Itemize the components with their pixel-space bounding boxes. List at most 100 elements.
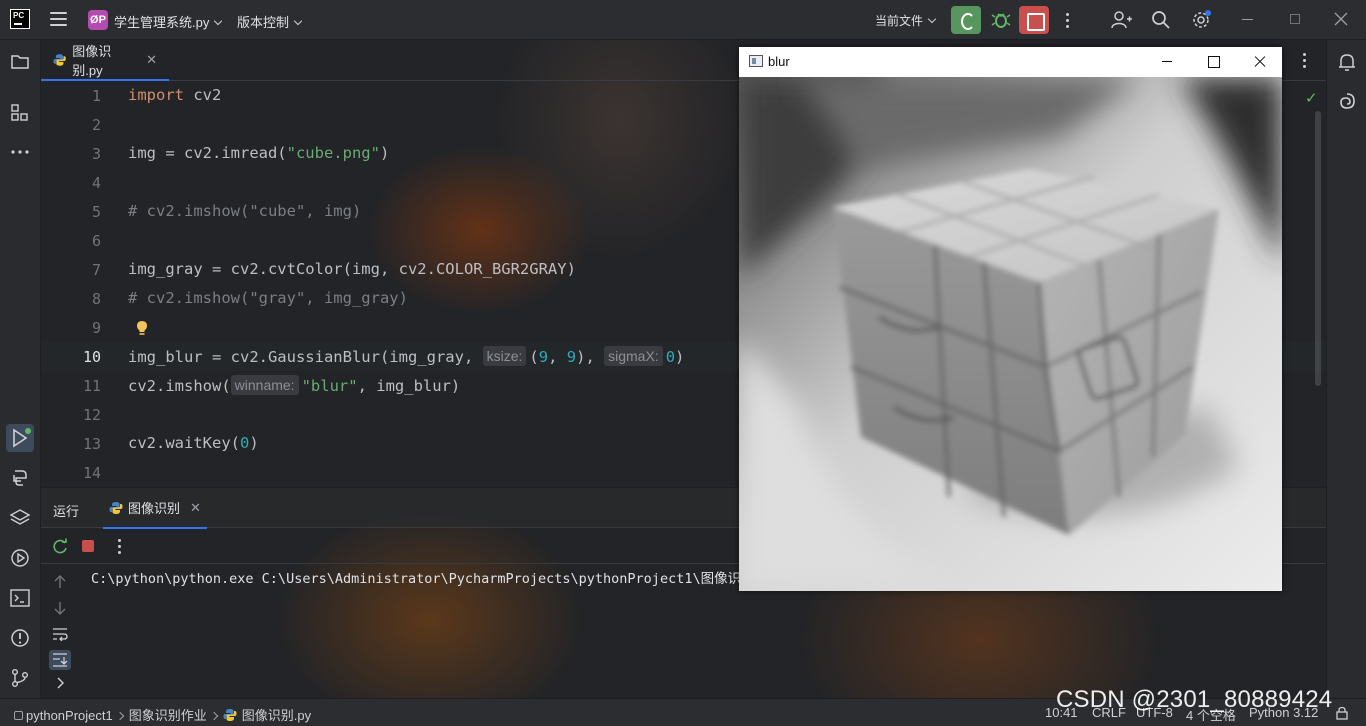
line-number: 7 [91, 261, 101, 279]
run-tab-label: 图像识别 [128, 501, 181, 516]
editor-tab[interactable]: 图像识别.py ✕ [41, 40, 169, 81]
module-icon [14, 711, 23, 720]
git-icon[interactable] [9, 667, 31, 689]
run-more-icon[interactable] [118, 539, 122, 557]
rerun-button[interactable] [951, 6, 981, 34]
line-number-current: 10 [82, 348, 101, 366]
python-console-icon[interactable] [9, 467, 31, 489]
code-line-11: cv2.imshow(winname: "blur", img_blur) [128, 375, 461, 395]
stop-icon[interactable] [82, 540, 94, 552]
param-hint-winname: winname: [230, 375, 299, 395]
window-minimize-button[interactable] [1242, 19, 1253, 20]
scroll-to-end-button[interactable] [49, 650, 71, 670]
run-side-toolbar [41, 564, 79, 698]
terminal-icon[interactable] [9, 587, 31, 609]
chevron-right-icon [115, 711, 124, 721]
blur-close-button[interactable] [1236, 47, 1282, 77]
chevron-right-icon[interactable] [55, 676, 65, 690]
editor-scrollbar[interactable] [1315, 111, 1321, 386]
blurred-cube-image [739, 77, 1282, 591]
arrow-down-icon[interactable] [53, 600, 67, 616]
param-hint-sigmax: sigmaX: [604, 346, 663, 366]
code-line-13: cv2.waitKey(0) [128, 434, 259, 452]
code-line-10: img_blur = cv2.GaussianBlur(img_gray, ks… [128, 346, 685, 366]
code-line-5: # cv2.imshow("cube", img) [128, 202, 362, 220]
code-line-1: import cv2 [128, 86, 222, 104]
add-user-icon[interactable] [1110, 10, 1132, 30]
breadcrumb-file[interactable]: 图像识别.py [242, 708, 311, 723]
layers-icon[interactable] [9, 507, 31, 529]
run-tool-icon[interactable] [6, 424, 34, 452]
folder-icon[interactable] [9, 51, 31, 73]
structure-icon[interactable] [9, 101, 31, 123]
code-line-7: img_gray = cv2.cvtColor(img, cv2.COLOR_B… [128, 260, 576, 278]
scroll-to-end-icon [53, 653, 68, 667]
settings-gear-icon[interactable] [1191, 9, 1213, 31]
pycharm-logo-icon: PC [10, 9, 30, 29]
python-file-icon [53, 53, 66, 66]
run-tab[interactable]: 图像识别 ✕ [103, 488, 207, 529]
stop-button[interactable] [1019, 6, 1049, 34]
window-app-icon [749, 55, 763, 67]
services-icon[interactable] [9, 547, 31, 569]
close-tab-icon[interactable]: ✕ [146, 52, 157, 68]
breadcrumb-folder[interactable]: 图象识别作业 [129, 708, 207, 723]
blur-window[interactable]: blur [739, 47, 1282, 591]
lightbulb-icon[interactable] [136, 320, 148, 336]
title-bar: PC ØP 学生管理系统.py 版本控制 当前文件 [0, 0, 1366, 40]
lock-icon[interactable] [1335, 706, 1349, 720]
chevron-down-icon [293, 16, 303, 26]
notifications-bell-icon[interactable] [1337, 51, 1357, 73]
line-number: 8 [91, 290, 101, 308]
chevron-down-icon [214, 16, 223, 26]
debug-button[interactable] [986, 6, 1016, 34]
run-config-selector[interactable]: 当前文件 [875, 12, 937, 29]
line-number: 12 [82, 406, 101, 424]
breadcrumb-project[interactable]: pythonProject1 [26, 708, 113, 723]
breadcrumb: pythonProject1 图象识别作业 图像识别.py [14, 705, 311, 724]
close-tab-icon[interactable]: ✕ [190, 500, 201, 516]
csdn-watermark: CSDN @2301_80889424 [1056, 686, 1333, 713]
bug-icon [991, 13, 1011, 28]
editor-tab-label: 图像识别.py [72, 43, 112, 78]
line-number: 5 [91, 203, 101, 221]
blur-maximize-button[interactable] [1190, 47, 1236, 77]
python-file-icon [223, 709, 237, 721]
main-menu-icon[interactable] [50, 12, 67, 26]
line-number: 11 [82, 377, 101, 395]
line-number: 14 [82, 464, 101, 482]
problems-icon[interactable] [9, 627, 31, 649]
line-number: 13 [82, 435, 101, 453]
search-icon[interactable] [1151, 10, 1171, 30]
inspection-ok-icon[interactable]: ✓ [1305, 89, 1318, 107]
console-output: C:\python\python.exe C:\Users\Administra… [91, 571, 755, 587]
code-line-3: img = cv2.imread("cube.png") [128, 144, 390, 162]
line-number: 1 [91, 87, 101, 105]
line-number: 4 [91, 174, 101, 192]
line-number: 2 [91, 116, 101, 134]
more-actions-icon[interactable] [1066, 13, 1070, 31]
chevron-down-icon [927, 14, 937, 24]
project-badge[interactable]: ØP [88, 10, 108, 30]
window-close-button[interactable] [1334, 12, 1348, 26]
editor-more-icon[interactable] [1303, 53, 1307, 71]
ai-assistant-icon[interactable] [1337, 91, 1357, 111]
right-tool-strip [1326, 40, 1366, 698]
run-panel-title: 运行 [53, 504, 80, 519]
chevron-right-icon [209, 711, 218, 721]
more-tools-icon[interactable] [9, 141, 31, 163]
left-tool-strip [0, 40, 41, 698]
line-number: 9 [91, 319, 101, 337]
code-line-8: # cv2.imshow("gray", img_gray) [128, 289, 408, 307]
vcs-menu[interactable]: 版本控制 [237, 12, 303, 31]
rerun-icon[interactable] [53, 538, 69, 554]
blur-window-titlebar[interactable]: blur [739, 47, 1282, 77]
soft-wrap-icon[interactable] [52, 627, 68, 641]
blur-window-title: blur [768, 54, 790, 69]
python-file-icon [109, 501, 123, 514]
blur-minimize-button[interactable] [1144, 47, 1190, 77]
project-selector[interactable]: 学生管理系统.py [114, 12, 223, 31]
window-restore-button[interactable] [1290, 14, 1300, 24]
arrow-up-icon[interactable] [53, 574, 67, 590]
param-hint-ksize: ksize: [482, 346, 527, 366]
